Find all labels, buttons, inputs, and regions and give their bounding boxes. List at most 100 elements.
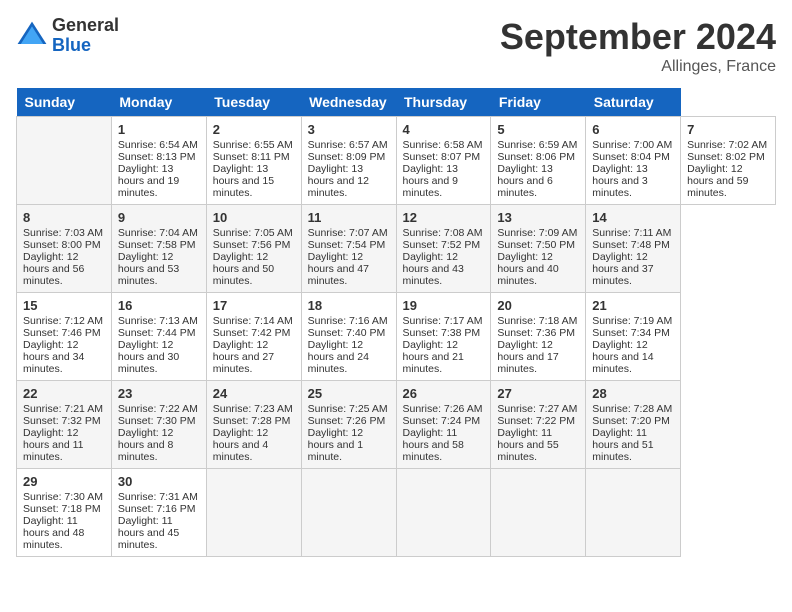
sunset-text: Sunset: 8:07 PM [403, 151, 485, 163]
daylight-text: Daylight: 12 hours and 53 minutes. [118, 251, 200, 287]
sunset-text: Sunset: 8:04 PM [592, 151, 674, 163]
sunrise-text: Sunrise: 7:12 AM [23, 315, 105, 327]
daylight-text: Daylight: 13 hours and 3 minutes. [592, 163, 674, 199]
daylight-text: Daylight: 12 hours and 47 minutes. [308, 251, 390, 287]
sunset-text: Sunset: 8:11 PM [213, 151, 295, 163]
daylight-text: Daylight: 12 hours and 37 minutes. [592, 251, 674, 287]
day-header-sunday: Sunday [17, 88, 112, 117]
title-block: September 2024 Allinges, France [500, 16, 776, 76]
calendar-cell [586, 469, 681, 557]
calendar-cell: 15Sunrise: 7:12 AMSunset: 7:46 PMDayligh… [17, 293, 112, 381]
sunrise-text: Sunrise: 7:18 AM [497, 315, 579, 327]
calendar-cell: 8Sunrise: 7:03 AMSunset: 8:00 PMDaylight… [17, 205, 112, 293]
daylight-text: Daylight: 12 hours and 17 minutes. [497, 339, 579, 375]
day-number: 19 [403, 298, 485, 313]
sunset-text: Sunset: 7:48 PM [592, 239, 674, 251]
day-number: 23 [118, 386, 200, 401]
sunset-text: Sunset: 7:58 PM [118, 239, 200, 251]
sunset-text: Sunset: 7:28 PM [213, 415, 295, 427]
daylight-text: Daylight: 12 hours and 43 minutes. [403, 251, 485, 287]
calendar-cell: 7Sunrise: 7:02 AMSunset: 8:02 PMDaylight… [681, 117, 776, 205]
calendar-cell: 12Sunrise: 7:08 AMSunset: 7:52 PMDayligh… [396, 205, 491, 293]
calendar-cell: 10Sunrise: 7:05 AMSunset: 7:56 PMDayligh… [206, 205, 301, 293]
calendar-cell: 30Sunrise: 7:31 AMSunset: 7:16 PMDayligh… [111, 469, 206, 557]
calendar-cell: 17 Sunrise: 7:14 AMSunset: 7:42 PMDayligh… [206, 293, 301, 381]
calendar-cell: 3Sunrise: 6:57 AMSunset: 8:09 PMDaylight… [301, 117, 396, 205]
sunrise-text: Sunrise: 7:00 AM [592, 139, 674, 151]
daylight-text: Daylight: 13 hours and 9 minutes. [403, 163, 485, 199]
sunset-text: Sunset: 7:36 PM [497, 327, 579, 339]
sunrise-text: Sunrise: 7:19 AM [592, 315, 674, 327]
sunset-text: Sunset: 8:02 PM [687, 151, 769, 163]
calendar-cell [396, 469, 491, 557]
day-number: 17 [213, 298, 295, 313]
sunset-text: Sunset: 7:54 PM [308, 239, 390, 251]
daylight-text: Daylight: 11 hours and 58 minutes. [403, 427, 485, 463]
daylight-text: Daylight: 12 hours and 1 minute. [308, 427, 390, 463]
daylight-text: Daylight: 12 hours and 11 minutes. [23, 427, 105, 463]
day-number: 13 [497, 210, 579, 225]
sunrise-text: Sunrise: 7:23 AM [213, 403, 295, 415]
sunset-text: Sunset: 8:09 PM [308, 151, 390, 163]
sunset-text: Sunset: 7:34 PM [592, 327, 674, 339]
sunset-text: Sunset: 8:13 PM [118, 151, 200, 163]
daylight-text: Daylight: 12 hours and 59 minutes. [687, 163, 769, 199]
daylight-text: Daylight: 11 hours and 55 minutes. [497, 427, 579, 463]
daylight-text: Daylight: 11 hours and 48 minutes. [23, 515, 105, 551]
sunrise-text: Sunrise: 6:55 AM [213, 139, 295, 151]
daylight-text: Daylight: 13 hours and 12 minutes. [308, 163, 390, 199]
calendar-cell: 5Sunrise: 6:59 AMSunset: 8:06 PMDaylight… [491, 117, 586, 205]
day-number: 7 [687, 122, 769, 137]
daylight-text: Daylight: 12 hours and 56 minutes. [23, 251, 105, 287]
day-header-wednesday: Wednesday [301, 88, 396, 117]
calendar-week-3: 15Sunrise: 7:12 AMSunset: 7:46 PMDayligh… [17, 293, 776, 381]
sunrise-text: Sunrise: 7:17 AM [403, 315, 485, 327]
sunrise-text: Sunrise: 6:57 AM [308, 139, 390, 151]
sunrise-text: Sunrise: 7:14 AM [213, 315, 295, 327]
sunrise-text: Sunrise: 7:09 AM [497, 227, 579, 239]
calendar-cell: 6 Sunrise: 7:00 AMSunset: 8:04 PMDaylight… [586, 117, 681, 205]
calendar-cell: 18Sunrise: 7:16 AMSunset: 7:40 PMDayligh… [301, 293, 396, 381]
sunrise-text: Sunrise: 7:26 AM [403, 403, 485, 415]
sunset-text: Sunset: 7:50 PM [497, 239, 579, 251]
calendar-cell: 9Sunrise: 7:04 AMSunset: 7:58 PMDaylight… [111, 205, 206, 293]
daylight-text: Daylight: 11 hours and 45 minutes. [118, 515, 200, 551]
logo-text: General Blue [52, 16, 119, 56]
calendar-cell: 13Sunrise: 7:09 AMSunset: 7:50 PMDayligh… [491, 205, 586, 293]
sunrise-text: Sunrise: 7:03 AM [23, 227, 105, 239]
day-number: 29 [23, 474, 105, 489]
day-number: 22 [23, 386, 105, 401]
sunset-text: Sunset: 7:18 PM [23, 503, 105, 515]
calendar-cell: 11Sunrise: 7:07 AMSunset: 7:54 PMDayligh… [301, 205, 396, 293]
sunset-text: Sunset: 7:52 PM [403, 239, 485, 251]
daylight-text: Daylight: 12 hours and 8 minutes. [118, 427, 200, 463]
sunset-text: Sunset: 7:24 PM [403, 415, 485, 427]
calendar-cell: 20Sunrise: 7:18 AMSunset: 7:36 PMDayligh… [491, 293, 586, 381]
sunrise-text: Sunrise: 7:05 AM [213, 227, 295, 239]
sunset-text: Sunset: 7:16 PM [118, 503, 200, 515]
sunset-text: Sunset: 7:56 PM [213, 239, 295, 251]
calendar-week-5: 29Sunrise: 7:30 AMSunset: 7:18 PMDayligh… [17, 469, 776, 557]
daylight-text: Daylight: 13 hours and 19 minutes. [118, 163, 200, 199]
sunrise-text: Sunrise: 7:13 AM [118, 315, 200, 327]
day-number: 15 [23, 298, 105, 313]
day-number: 18 [308, 298, 390, 313]
calendar-cell: 29Sunrise: 7:30 AMSunset: 7:18 PMDayligh… [17, 469, 112, 557]
daylight-text: Daylight: 12 hours and 34 minutes. [23, 339, 105, 375]
daylight-text: Daylight: 12 hours and 27 minutes. [213, 339, 295, 375]
day-number: 6 [592, 122, 674, 137]
day-number: 21 [592, 298, 674, 313]
sunset-text: Sunset: 7:42 PM [213, 327, 295, 339]
daylight-text: Daylight: 12 hours and 21 minutes. [403, 339, 485, 375]
day-number: 8 [23, 210, 105, 225]
calendar-cell: 28Sunrise: 7:28 AMSunset: 7:20 PMDayligh… [586, 381, 681, 469]
calendar-cell [301, 469, 396, 557]
sunrise-text: Sunrise: 7:08 AM [403, 227, 485, 239]
calendar-cell: 21Sunrise: 7:19 AMSunset: 7:34 PMDayligh… [586, 293, 681, 381]
logo-general-text: General [52, 16, 119, 36]
calendar-cell: 24Sunrise: 7:23 AMSunset: 7:28 PMDayligh… [206, 381, 301, 469]
calendar-cell [206, 469, 301, 557]
day-header-saturday: Saturday [586, 88, 681, 117]
day-number: 5 [497, 122, 579, 137]
daylight-text: Daylight: 11 hours and 51 minutes. [592, 427, 674, 463]
